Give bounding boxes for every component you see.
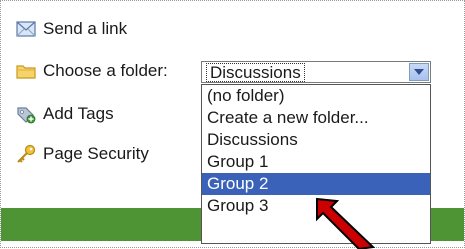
key-icon: [15, 144, 37, 164]
tag-icon: [15, 104, 37, 124]
choose-folder-label: Choose a folder:: [43, 61, 168, 80]
folder-select[interactable]: Discussions: [201, 61, 431, 83]
add-tags-option[interactable]: Add Tags: [15, 102, 114, 126]
dropdown-arrow-button[interactable]: [409, 63, 429, 81]
page-security-label: Page Security: [43, 144, 149, 163]
add-tags-label: Add Tags: [43, 104, 114, 123]
folder-select-value: Discussions: [206, 62, 305, 82]
send-link-option[interactable]: Send a link: [15, 17, 127, 41]
page-security-option[interactable]: Page Security: [15, 142, 149, 166]
folder-option-create-new[interactable]: Create a new folder...: [202, 107, 430, 129]
folder-option-discussions[interactable]: Discussions: [202, 129, 430, 151]
red-arrow-annotation: [316, 197, 376, 249]
chevron-down-icon: [414, 69, 424, 75]
folder-option-group-1[interactable]: Group 1: [202, 151, 430, 173]
envelope-icon: [15, 19, 37, 39]
choose-folder-row: Choose a folder:: [15, 59, 168, 83]
folder-icon: [15, 61, 37, 81]
options-panel: Send a link Choose a folder: Add Tags Pa…: [0, 0, 465, 249]
send-link-label: Send a link: [43, 19, 128, 38]
folder-option-no-folder[interactable]: (no folder): [202, 85, 430, 107]
